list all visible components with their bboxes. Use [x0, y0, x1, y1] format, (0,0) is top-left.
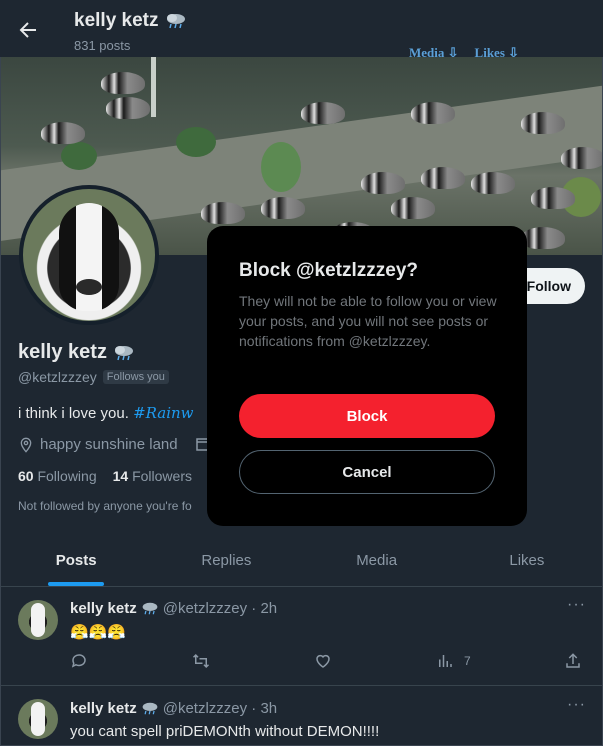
share-icon [566, 653, 580, 668]
share-button[interactable] [564, 652, 582, 670]
profile-header: kelly ketz 831 posts Media ⇩ Likes ⇩ [0, 0, 603, 60]
location-pin-icon [20, 437, 32, 453]
post-count: 831 posts [74, 38, 131, 53]
rain-cloud-icon [114, 345, 133, 360]
following-label: Following [37, 468, 97, 484]
tweet-header: kelly ketz @ketzlzzzey · 2h [70, 600, 277, 617]
reply-icon [71, 654, 86, 668]
profile-name: kelly ketz [18, 341, 135, 364]
views-count: 7 [464, 654, 471, 668]
profile-avatar[interactable] [19, 185, 159, 325]
tweet-actions: 7 [70, 652, 582, 674]
profile-name-text: kelly ketz [18, 341, 107, 363]
not-followed-note: Not followed by anyone you're fo [18, 499, 192, 513]
follow-counts: 60 Following 14 Followers [18, 468, 192, 484]
profile-handle: @ketzlzzzey Follows you [18, 369, 169, 385]
tab-media[interactable]: Media [302, 535, 452, 586]
tweet-text: you cant spell priDEMONth without DEMON!… [70, 723, 380, 740]
more-dots-icon[interactable]: ··· [567, 696, 586, 714]
following-count: 60 [18, 468, 34, 484]
bio-text: i think i love you. [18, 405, 134, 422]
header-name: kelly ketz [74, 10, 187, 32]
heart-icon [316, 654, 330, 668]
profile-bio: i think i love you. #Rainw [18, 404, 194, 422]
profile-location: happy sunshine land [18, 436, 178, 453]
tweet-author[interactable]: kelly ketz [70, 700, 137, 717]
rain-cloud-icon [142, 702, 158, 715]
block-button[interactable]: Block [239, 394, 495, 438]
retweet-icon [192, 653, 210, 669]
tweet-avatar[interactable] [18, 699, 58, 739]
reply-button[interactable] [70, 652, 88, 670]
followers-count: 14 [112, 468, 129, 484]
like-button[interactable] [314, 652, 332, 670]
profile-tabs: Posts Replies Media Likes [1, 535, 602, 587]
dialog-description: They will not be able to follow you or v… [239, 293, 497, 349]
analytics-icon [439, 655, 452, 667]
block-confirmation-dialog: Block @ketzlzzzey? They will not be able… [207, 226, 527, 526]
tweet-header: kelly ketz @ketzlzzzey · 3h [70, 700, 277, 717]
tab-replies[interactable]: Replies [151, 535, 301, 586]
views-button[interactable]: 7 [436, 652, 471, 670]
tweet-meta: @ketzlzzzey · 2h [162, 600, 278, 617]
followers-label: Followers [132, 468, 192, 484]
location-text: happy sunshine land [40, 436, 178, 453]
rain-cloud-icon [166, 14, 185, 29]
header-name-text: kelly ketz [74, 10, 159, 31]
tab-posts[interactable]: Posts [1, 535, 151, 586]
bio-hashtag[interactable]: #Rainw [133, 404, 193, 422]
tweet-author[interactable]: kelly ketz [70, 600, 137, 617]
tab-likes[interactable]: Likes [452, 535, 602, 586]
handle-text: @ketzlzzzey [18, 369, 97, 385]
more-dots-icon[interactable]: ··· [567, 596, 586, 614]
tweet-avatar[interactable] [18, 600, 58, 640]
tweet[interactable]: kelly ketz @ketzlzzzey · 2h ··· 😤😤😤 7 [1, 588, 602, 686]
following-link[interactable]: 60 Following [18, 468, 97, 484]
arrow-left-icon[interactable] [16, 18, 40, 42]
tweet-meta: @ketzlzzzey · 3h [162, 700, 278, 717]
cancel-button[interactable]: Cancel [239, 450, 495, 494]
rain-cloud-icon [142, 602, 158, 615]
retweet-button[interactable] [192, 652, 210, 670]
tweet-text: 😤😤😤 [70, 624, 127, 641]
followers-link[interactable]: 14 Followers [113, 468, 192, 484]
dialog-title: Block @ketzlzzzey? [239, 260, 419, 281]
follows-you-badge: Follows you [102, 370, 169, 384]
tweet[interactable]: kelly ketz @ketzlzzzey · 3h ··· you cant… [1, 687, 602, 746]
